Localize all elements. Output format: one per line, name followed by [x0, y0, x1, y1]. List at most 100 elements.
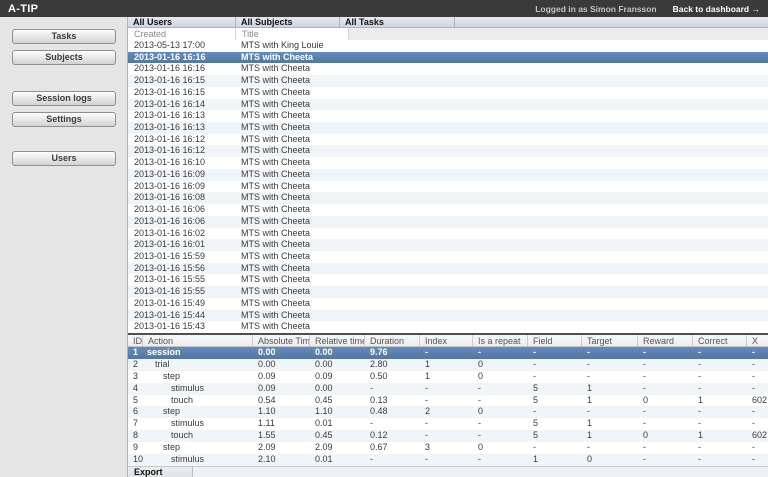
event-value-cell: 0.50: [365, 371, 420, 383]
event-row[interactable]: 5touch0.540.450.13--5101602: [128, 395, 768, 407]
event-column-field[interactable]: Field: [528, 335, 582, 346]
event-column-id[interactable]: ID: [128, 335, 143, 346]
event-id-cell: 5: [128, 395, 143, 407]
session-row[interactable]: 2013-01-16 16:09MTS with Cheeta: [128, 169, 768, 181]
sidebar-button-users[interactable]: Users: [12, 151, 116, 166]
event-row[interactable]: 2trial0.000.002.8010-----: [128, 359, 768, 371]
session-row[interactable]: 2013-01-16 16:09MTS with Cheeta: [128, 181, 768, 193]
event-value-cell: 1.10: [310, 406, 365, 418]
event-action-cell: touch: [143, 395, 253, 407]
session-row[interactable]: 2013-01-16 15:59MTS with Cheeta: [128, 251, 768, 263]
event-value-cell: -: [473, 418, 528, 430]
filter-all-tasks[interactable]: All Tasks: [340, 17, 455, 27]
session-title-cell: MTS with Cheeta: [236, 298, 768, 310]
event-column-duration[interactable]: Duration: [365, 335, 420, 346]
sidebar-button-subjects[interactable]: Subjects: [12, 50, 116, 65]
session-row[interactable]: 2013-01-16 16:16MTS with Cheeta: [128, 63, 768, 75]
event-column-target[interactable]: Target: [582, 335, 638, 346]
back-to-dashboard-link[interactable]: Back to dashboard →: [673, 4, 760, 14]
content-pane: All UsersAll SubjectsAll Tasks CreatedTi…: [128, 17, 768, 477]
event-value-cell: -: [582, 359, 638, 371]
event-row[interactable]: 8touch1.550.450.12--5101602: [128, 430, 768, 442]
export-button[interactable]: Export: [128, 467, 193, 477]
event-row[interactable]: 3step0.090.090.5010-----: [128, 371, 768, 383]
event-value-cell: 2.80: [365, 359, 420, 371]
session-row[interactable]: 2013-01-16 16:13MTS with Cheeta: [128, 110, 768, 122]
session-row[interactable]: 2013-01-16 15:56MTS with Cheeta: [128, 263, 768, 275]
session-created-cell: 2013-01-16 16:08: [128, 192, 236, 204]
event-column-reward[interactable]: Reward: [638, 335, 693, 346]
session-row[interactable]: 2013-01-16 16:15MTS with Cheeta: [128, 75, 768, 87]
session-row[interactable]: 2013-01-16 15:55MTS with Cheeta: [128, 274, 768, 286]
sidebar-button-session-logs[interactable]: Session logs: [12, 91, 116, 106]
event-id-cell: 7: [128, 418, 143, 430]
session-row[interactable]: 2013-01-16 16:10MTS with Cheeta: [128, 157, 768, 169]
event-value-cell: 5: [528, 383, 582, 395]
event-value-cell: 0.09: [253, 371, 310, 383]
event-value-cell: 2.09: [253, 442, 310, 454]
filter-all-subjects[interactable]: All Subjects: [236, 17, 340, 27]
event-value-cell: 0.00: [310, 359, 365, 371]
session-row[interactable]: 2013-01-16 16:16MTS with Cheeta: [128, 52, 768, 64]
event-value-cell: -: [638, 442, 693, 454]
session-row[interactable]: 2013-01-16 16:06MTS with Cheeta: [128, 204, 768, 216]
session-title-cell: MTS with Cheeta: [236, 110, 768, 122]
session-row[interactable]: 2013-05-13 17:00MTS with King Louie: [128, 40, 768, 52]
event-row[interactable]: 6step1.101.100.4820-----: [128, 406, 768, 418]
event-action-cell: stimulus: [143, 418, 253, 430]
session-row[interactable]: 2013-01-16 16:12MTS with Cheeta: [128, 134, 768, 146]
session-title-cell: MTS with Cheeta: [236, 87, 768, 99]
session-row[interactable]: 2013-01-16 16:02MTS with Cheeta: [128, 228, 768, 240]
event-column-action[interactable]: Action: [143, 335, 253, 346]
event-column-x[interactable]: X: [747, 335, 768, 346]
event-value-cell: 0.00: [253, 347, 310, 359]
event-column-absolute-time[interactable]: Absolute Time: [253, 335, 310, 346]
event-column-correct[interactable]: Correct: [693, 335, 747, 346]
event-column-is-a-repeat[interactable]: Is a repeat: [473, 335, 528, 346]
event-row[interactable]: 1session0.000.009.76-------: [128, 347, 768, 359]
session-title-cell: MTS with Cheeta: [236, 321, 768, 333]
session-row[interactable]: 2013-01-16 16:01MTS with Cheeta: [128, 239, 768, 251]
event-value-cell: 1.10: [253, 406, 310, 418]
event-column-relative-time[interactable]: Relative time: [310, 335, 365, 346]
event-row[interactable]: 9step2.092.090.6730-----: [128, 442, 768, 454]
session-row[interactable]: 2013-01-16 16:13MTS with Cheeta: [128, 122, 768, 134]
session-row[interactable]: 2013-01-16 15:55MTS with Cheeta: [128, 286, 768, 298]
session-row[interactable]: 2013-01-16 15:49MTS with Cheeta: [128, 298, 768, 310]
session-row[interactable]: 2013-01-16 16:14MTS with Cheeta: [128, 99, 768, 111]
event-action-cell: stimulus: [143, 383, 253, 395]
session-row[interactable]: 2013-01-16 16:12MTS with Cheeta: [128, 145, 768, 157]
event-value-cell: -: [747, 442, 768, 454]
event-row[interactable]: 7stimulus1.110.01---51---: [128, 418, 768, 430]
session-row[interactable]: 2013-01-16 16:06MTS with Cheeta: [128, 216, 768, 228]
event-value-cell: 0.00: [310, 347, 365, 359]
column-header-title[interactable]: Title: [236, 28, 349, 40]
event-row[interactable]: 10stimulus2.100.01---10---: [128, 454, 768, 466]
event-row[interactable]: 4stimulus0.090.00---51---: [128, 383, 768, 395]
session-created-cell: 2013-01-16 16:14: [128, 99, 236, 111]
session-row[interactable]: 2013-01-16 16:15MTS with Cheeta: [128, 87, 768, 99]
session-title-cell: MTS with Cheeta: [236, 263, 768, 275]
event-value-cell: 3: [420, 442, 473, 454]
session-title-cell: MTS with Cheeta: [236, 216, 768, 228]
session-row[interactable]: 2013-01-16 15:44MTS with Cheeta: [128, 310, 768, 322]
event-value-cell: -: [365, 383, 420, 395]
event-value-cell: 0: [638, 430, 693, 442]
session-created-cell: 2013-01-16 15:55: [128, 274, 236, 286]
column-header-created[interactable]: Created: [128, 28, 236, 40]
event-value-cell: 602: [747, 430, 768, 442]
event-action-cell: step: [143, 442, 253, 454]
event-value-cell: 1: [582, 383, 638, 395]
session-title-cell: MTS with Cheeta: [236, 228, 768, 240]
session-row[interactable]: 2013-01-16 16:08MTS with Cheeta: [128, 192, 768, 204]
event-value-cell: 1: [528, 454, 582, 466]
session-created-cell: 2013-01-16 15:49: [128, 298, 236, 310]
session-row[interactable]: 2013-01-16 15:43MTS with Cheeta: [128, 321, 768, 333]
event-value-cell: -: [528, 359, 582, 371]
event-column-index[interactable]: Index: [420, 335, 473, 346]
event-id-cell: 3: [128, 371, 143, 383]
sidebar-button-tasks[interactable]: Tasks: [12, 29, 116, 44]
event-value-cell: -: [528, 347, 582, 359]
sidebar-button-settings[interactable]: Settings: [12, 112, 116, 127]
filter-all-users[interactable]: All Users: [128, 17, 236, 27]
